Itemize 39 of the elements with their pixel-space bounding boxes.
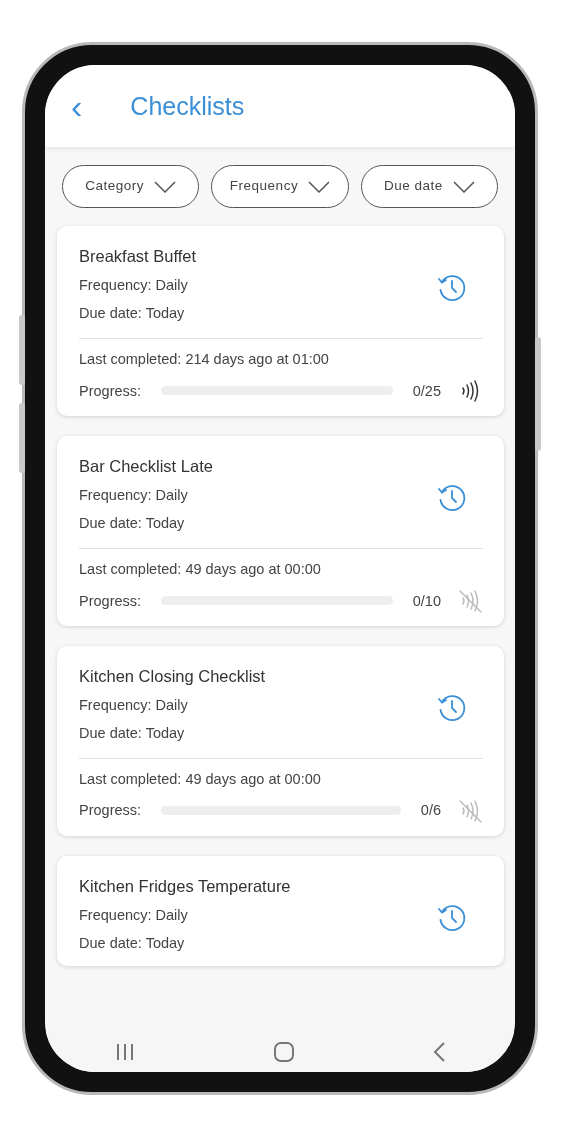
frequency-text: Frequency: Daily [79,696,189,716]
frequency-text: Frequency: Daily [79,276,189,296]
back-button[interactable]: ‹ [71,89,83,123]
checklist-title: Kitchen Fridges Temperature [79,875,291,897]
progress-count: 0/10 [412,591,441,611]
checklist-card[interactable]: Kitchen Closing Checklist Frequency: Daily Due date: Today Last completed: 49 days ago at 00:00 Progress: 0/6 [57,645,504,836]
history-icon[interactable] [437,693,467,723]
home-icon[interactable] [273,1041,295,1063]
page-title: Checklists [130,91,245,121]
progress-count: 0/6 [420,801,441,821]
chevron-down-icon [154,180,177,193]
due-date-text: Due date: Today [79,934,186,954]
due-date-text: Due date: Today [79,724,186,744]
checklist-card[interactable]: Breakfast Buffet Frequency: Daily Due date: Today Last completed: 214 days ago at 01:00 Progress: 0/25 [57,226,504,416]
last-completed-text: Last completed: 49 days ago at 00:00 [79,560,322,579]
last-completed-text: Last completed: 49 days ago at 00:00 [79,770,322,789]
checklist-card[interactable]: Bar Checklist Late Frequency: Daily Due date: Today Last completed: 49 days ago at 00:00 Progress: 0/10 [57,435,504,626]
history-icon[interactable] [437,902,467,933]
checklist-title: Bar Checklist Late [79,455,213,477]
progress-label: Progress: [79,801,142,821]
checklist-title: Breakfast Buffet [79,246,197,267]
progress-count: 0/25 [412,381,441,401]
progress-label: Progress: [79,591,142,611]
last-completed-text: Last completed: 214 days ago at 01:00 [79,350,330,369]
frequency-text: Frequency: Daily [79,486,189,506]
filter-dropdown[interactable]: Due date [360,165,498,208]
chevron-down-icon [452,180,475,193]
history-icon[interactable] [437,483,467,514]
checklist-title: Kitchen Closing Checklist [79,665,266,687]
filter-dropdown[interactable]: Frequency [211,165,349,208]
filter-dropdown[interactable]: Category [62,165,200,208]
progress-label: Progress: [79,381,142,401]
checklist-card[interactable]: Kitchen Fridges Temperature Frequency: Daily Due date: Today [57,855,504,967]
chevron-down-icon [308,180,331,193]
frequency-text: Frequency: Daily [79,906,189,926]
history-icon[interactable] [437,273,467,304]
due-date-text: Due date: Today [79,514,186,534]
due-date-text: Due date: Today [79,304,186,324]
back-icon[interactable] [432,1041,447,1063]
